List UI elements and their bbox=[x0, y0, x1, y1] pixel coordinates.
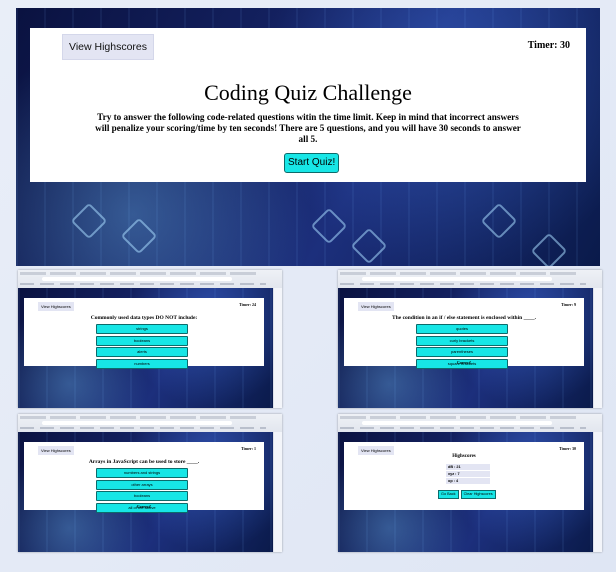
hexagon-icon bbox=[120, 217, 158, 255]
hexagon-icon bbox=[480, 202, 518, 240]
timer: Timer: 30 bbox=[559, 446, 576, 451]
hero-screenshot: View Highscores Timer: 30 Coding Quiz Ch… bbox=[16, 8, 600, 266]
question-card: View Highscores Timer: 9 The condition i… bbox=[344, 298, 584, 369]
quiz-card: View Highscores Timer: 30 Coding Quiz Ch… bbox=[30, 28, 586, 182]
page-background: View Highscores Timer: 30 Highscores dB … bbox=[338, 432, 594, 552]
start-quiz-button[interactable]: Start Quiz! bbox=[284, 153, 340, 173]
question-screenshot-2: View Highscores Timer: 9 The condition i… bbox=[338, 270, 602, 408]
highscore-entry: dB : 21 bbox=[446, 464, 490, 470]
page-background: View Highscores Timer: 9 The condition i… bbox=[338, 288, 594, 408]
browser-chrome bbox=[338, 270, 602, 289]
question-card: View Highscores Timer: 24 Commonly used … bbox=[24, 298, 264, 369]
page-title: Coding Quiz Challenge bbox=[204, 80, 412, 105]
page-background: View Highscores Timer: 1 Arrays in JavaS… bbox=[18, 432, 274, 552]
hexagon-icon bbox=[310, 207, 348, 245]
quiz-description: Try to answer the following code-related… bbox=[95, 112, 521, 144]
question-text: Arrays in JavaScript can be used to stor… bbox=[88, 459, 200, 465]
answer-feedback: Correct! bbox=[136, 504, 152, 509]
highscore-entry: xyz : 7 bbox=[446, 471, 490, 477]
timer: Timer: 24 bbox=[239, 302, 256, 307]
highscores-title: Highscores bbox=[452, 454, 476, 459]
view-highscores-button[interactable]: View Highscores bbox=[38, 446, 74, 455]
hexagon-icon bbox=[350, 227, 388, 265]
answer-button[interactable]: booleans bbox=[96, 491, 188, 501]
clear-highscores-button[interactable]: Clear Highscores bbox=[460, 490, 496, 499]
question-card: View Highscores Timer: 1 Arrays in JavaS… bbox=[24, 442, 264, 513]
page-background: View Highscores Timer: 24 Commonly used … bbox=[18, 288, 274, 408]
view-highscores-button[interactable]: View Highscores bbox=[358, 302, 394, 311]
hexagon-icon bbox=[70, 202, 108, 240]
browser-chrome bbox=[18, 414, 282, 433]
highscores-actions: Go Back Clear Highscores bbox=[438, 490, 496, 499]
hexagon-icon bbox=[530, 232, 568, 266]
answer-button[interactable]: booleans bbox=[96, 335, 188, 346]
answer-button[interactable]: alerts bbox=[96, 347, 188, 357]
question-screenshot-3: View Highscores Timer: 1 Arrays in JavaS… bbox=[18, 414, 282, 552]
go-back-button[interactable]: Go Back bbox=[438, 490, 459, 499]
answer-button[interactable]: strings bbox=[96, 324, 188, 334]
answer-list: strings booleans alerts numbers bbox=[96, 324, 188, 370]
highscores-screenshot: View Highscores Timer: 30 Highscores dB … bbox=[338, 414, 602, 552]
browser-sidebar bbox=[273, 288, 282, 408]
browser-chrome bbox=[338, 414, 602, 433]
answer-button[interactable]: numbers and strings bbox=[96, 468, 188, 478]
question-text: The condition in an if / else statement … bbox=[392, 315, 536, 321]
timer: Timer: 1 bbox=[241, 446, 256, 451]
view-highscores-button[interactable]: View Highscores bbox=[62, 34, 155, 60]
question-screenshot-1: View Highscores Timer: 24 Commonly used … bbox=[18, 270, 282, 408]
answer-button[interactable]: numbers bbox=[96, 358, 188, 369]
question-text: Commonly used data types DO NOT include: bbox=[90, 315, 198, 321]
view-highscores-button[interactable]: View Highscores bbox=[38, 302, 74, 311]
answer-button[interactable]: parentheses bbox=[416, 347, 508, 357]
answer-button[interactable]: other arrays bbox=[96, 479, 188, 490]
browser-sidebar bbox=[593, 432, 602, 552]
timer: Timer: 9 bbox=[561, 302, 576, 307]
answer-feedback: Correct! bbox=[456, 360, 472, 365]
highscore-entry: op : 4 bbox=[446, 478, 490, 484]
browser-chrome bbox=[18, 270, 282, 289]
highscores-list: dB : 21 xyz : 7 op : 4 bbox=[446, 464, 490, 485]
browser-sidebar bbox=[273, 432, 282, 552]
answer-button[interactable]: curly brackets bbox=[416, 335, 508, 346]
timer: Timer: 30 bbox=[527, 40, 570, 51]
answer-button[interactable]: quotes bbox=[416, 324, 508, 334]
highscores-card: View Highscores Timer: 30 Highscores dB … bbox=[344, 442, 584, 510]
browser-sidebar bbox=[593, 288, 602, 408]
